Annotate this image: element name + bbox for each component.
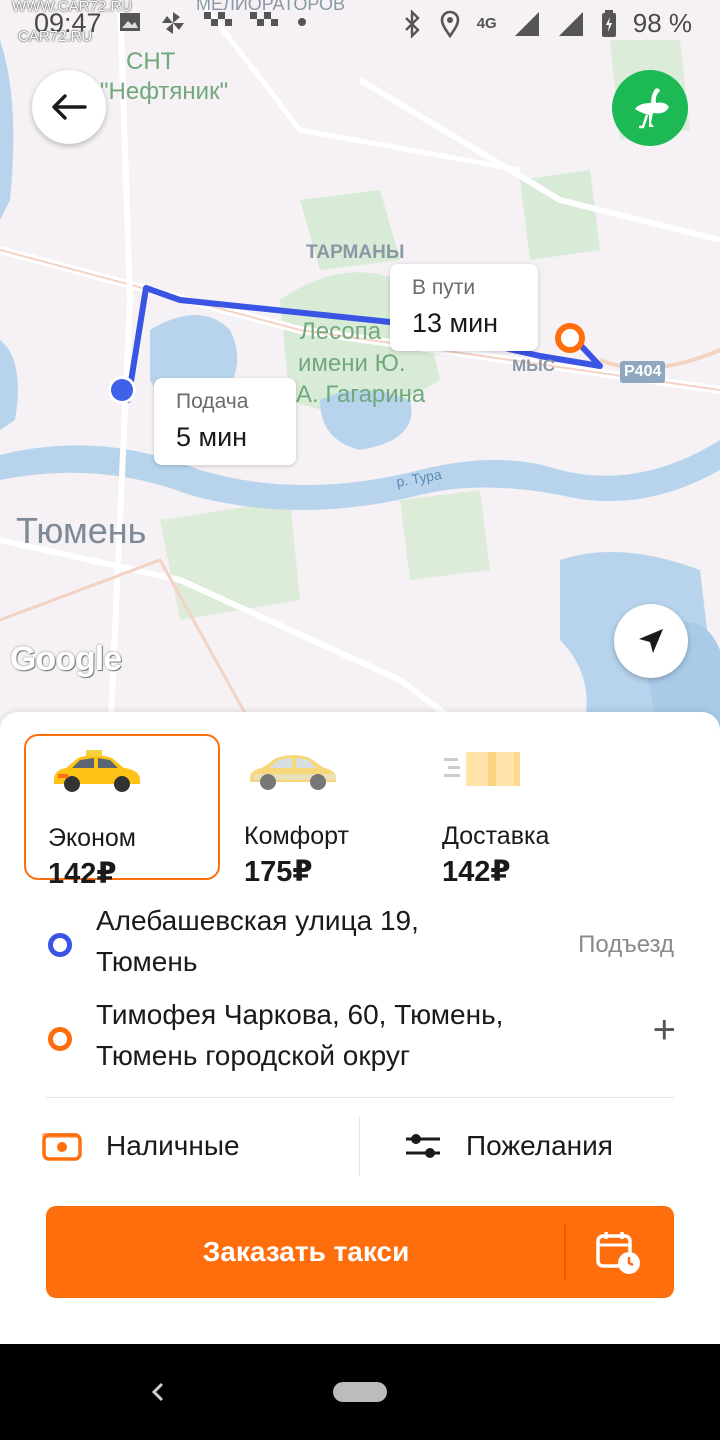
order-taxi-label: Заказать такси	[202, 1236, 410, 1267]
taxi-car-icon	[54, 750, 140, 792]
tariff-price: 175₽	[244, 856, 313, 888]
pickup-time-label: Подача	[176, 390, 249, 413]
network-type: 4G	[476, 15, 497, 32]
status-bar: WWW.CAR72.RU 09:47 CAR72.RU 4G 98 %	[0, 0, 720, 48]
system-icons: 4G 98 %	[401, 8, 692, 39]
navigation-arrow-icon	[639, 629, 663, 653]
back-button[interactable]	[32, 70, 106, 144]
ostrich-button[interactable]	[612, 70, 688, 146]
destination-address-line1: Тимофея Чаркова, 60, Тюмень,	[96, 999, 504, 1030]
tariff-name: Доставка	[442, 822, 550, 850]
map-view[interactable]: WWW.CAR72.RU 09:47 CAR72.RU 4G 98 % МЕЛИ…	[0, 0, 720, 740]
destination-address-line2: Тюмень городской округ	[96, 1040, 411, 1071]
signal-icon-2	[558, 11, 583, 36]
pickup-address-line1: Алебашевская улица 19,	[96, 905, 419, 936]
trip-time-value: 13 мин	[412, 308, 499, 338]
arrow-left-icon	[52, 94, 87, 120]
back-nav-icon[interactable]	[146, 1380, 170, 1404]
battery-level: 98 %	[632, 8, 692, 38]
pickup-address-line2: Тюмень	[96, 946, 198, 977]
sliders-icon	[406, 1134, 440, 1158]
destination-address: Тимофея Чаркова, 60, Тюмень, Тюмень горо…	[96, 994, 566, 1076]
signal-icon	[514, 11, 539, 36]
battery-icon	[601, 9, 616, 37]
google-logo: Google	[10, 640, 122, 678]
payment-method-label: Наличные	[106, 1130, 240, 1161]
trip-time-label: В пути	[412, 276, 476, 299]
payment-method-button[interactable]: Наличные	[42, 1116, 240, 1176]
my-location-button[interactable]	[614, 604, 688, 678]
order-taxi-button[interactable]: Заказать такси	[46, 1206, 674, 1298]
bluetooth-icon	[404, 9, 420, 38]
divider	[46, 1097, 674, 1098]
road-sign-p404: Р404	[620, 361, 666, 383]
location-icon	[440, 10, 460, 38]
map-label-park-1: Лесопа	[300, 318, 382, 345]
tariff-comfort[interactable]: Комфорт 175₽	[222, 734, 418, 888]
order-button-separator	[564, 1224, 566, 1280]
destination-dot-icon	[48, 1027, 72, 1051]
image-icon	[120, 13, 140, 31]
entrance-button[interactable]: Подъезд	[578, 931, 674, 959]
trip-time-bubble: В пути 13 мин	[390, 264, 538, 351]
home-pill[interactable]	[333, 1382, 387, 1402]
watermark-bottom: CAR72.RU	[18, 28, 93, 45]
map-label-park-3: А. Гагарина	[296, 381, 426, 408]
delivery-box-icon	[444, 752, 520, 786]
schedule-calendar-icon[interactable]	[594, 1230, 642, 1276]
map-label-snt-name: "Нефтяник"	[100, 78, 229, 105]
system-navigation-bar	[0, 1344, 720, 1440]
map-label-mys: МЫС	[512, 356, 556, 375]
taxi-checker-icon	[204, 12, 232, 26]
preferences-button[interactable]: Пожелания	[404, 1116, 613, 1176]
tariff-delivery[interactable]: Доставка 142₽	[420, 734, 616, 888]
cash-icon	[42, 1133, 82, 1161]
pickup-address: Алебашевская улица 19, Тюмень	[96, 900, 566, 982]
notification-icons	[118, 10, 308, 36]
map-label-park-2: имени Ю.	[298, 350, 406, 377]
ostrich-icon	[635, 88, 669, 129]
tariff-name: Комфорт	[244, 822, 349, 850]
comfort-car-icon	[250, 755, 336, 790]
add-stop-button[interactable]: +	[653, 1008, 676, 1053]
map-label-tarmany: ТАРМАНЫ	[306, 242, 405, 263]
dot-icon	[298, 18, 306, 26]
pickup-dot-icon	[48, 933, 72, 957]
map-label-city: Тюмень	[16, 510, 147, 551]
options-separator	[359, 1116, 360, 1176]
pinwheel-icon	[162, 12, 184, 34]
pickup-time-value: 5 мин	[176, 422, 248, 452]
preferences-label: Пожелания	[466, 1130, 613, 1161]
taxi-checker-icon-2	[250, 12, 278, 26]
tariff-name: Эконом	[48, 824, 136, 852]
tariff-price: 142₽	[442, 856, 511, 888]
map-label-snt: СНТ	[126, 48, 176, 75]
pickup-time-bubble: Подача 5 мин	[154, 378, 296, 465]
tariff-economy[interactable]: Эконом 142₽	[24, 734, 220, 890]
tariff-price: 142₽	[48, 858, 117, 890]
